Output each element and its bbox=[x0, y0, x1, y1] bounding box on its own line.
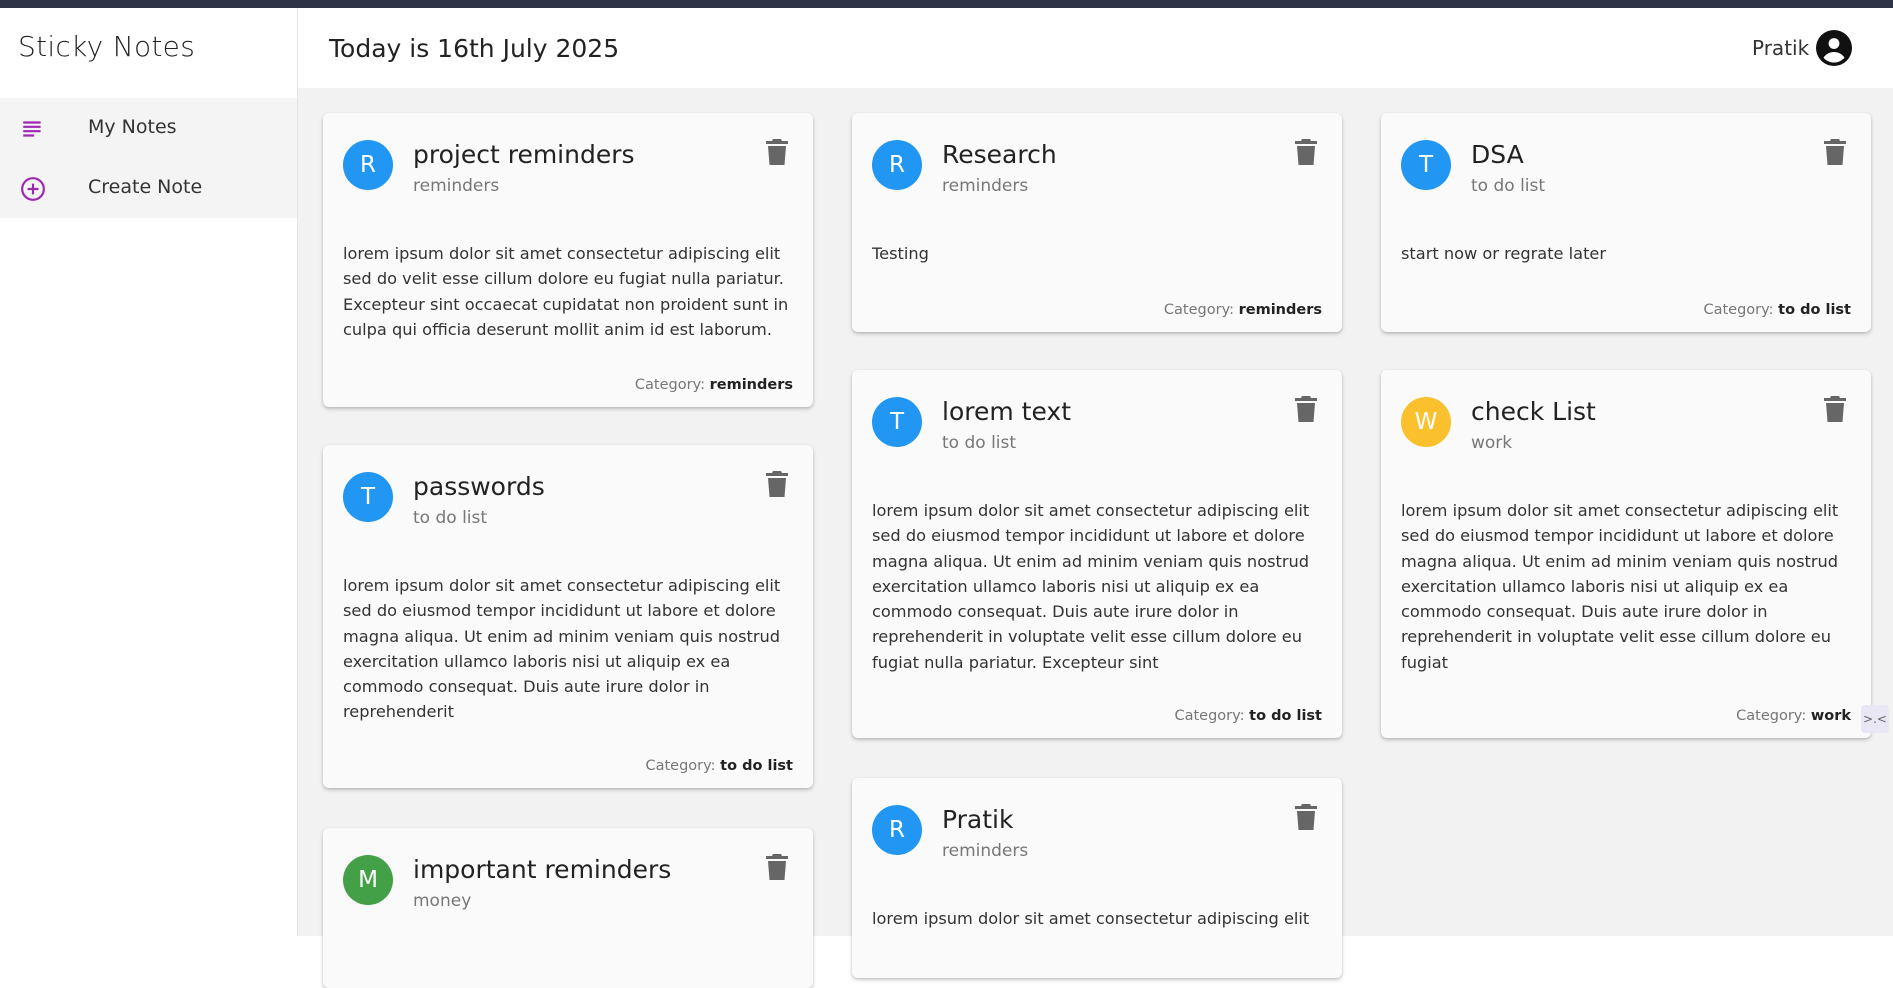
note-title: project reminders bbox=[413, 140, 635, 169]
delete-icon[interactable] bbox=[1824, 396, 1846, 422]
note-title: important reminders bbox=[413, 855, 672, 884]
delete-icon[interactable] bbox=[766, 471, 788, 497]
note-avatar: M bbox=[343, 855, 393, 905]
note-footer: Category: work bbox=[1736, 708, 1851, 724]
sidebar-item-label: My Notes bbox=[88, 116, 177, 138]
note-title: Research bbox=[942, 140, 1057, 169]
notes-grid: R project reminders reminders lorem ipsu… bbox=[298, 88, 1893, 988]
note-category: to do list bbox=[1471, 176, 1546, 196]
delete-icon[interactable] bbox=[766, 854, 788, 880]
note-title: lorem text bbox=[942, 397, 1071, 426]
note-footer: Category: reminders bbox=[1163, 302, 1322, 318]
note-card[interactable]: T DSA to do list start now or regrate la… bbox=[1381, 113, 1871, 332]
sidebar-item-my-notes[interactable]: My Notes bbox=[0, 98, 297, 158]
note-avatar: R bbox=[872, 805, 922, 855]
note-title: DSA bbox=[1471, 140, 1524, 169]
top-bar bbox=[0, 0, 1893, 8]
note-body: lorem ipsum dolor sit amet consectetur a… bbox=[1401, 501, 1839, 672]
note-category: to do list bbox=[942, 433, 1017, 453]
note-body: lorem ipsum dolor sit amet consectetur a… bbox=[343, 576, 781, 722]
add-circle-icon bbox=[20, 176, 46, 202]
page-title: Today is 16th July 2025 bbox=[329, 34, 620, 63]
delete-icon[interactable] bbox=[1295, 804, 1317, 830]
note-footer: Category: to do list bbox=[1174, 708, 1322, 724]
note-card[interactable]: R project reminders reminders lorem ipsu… bbox=[323, 113, 813, 407]
note-category: money bbox=[413, 891, 472, 911]
notes-lines-icon bbox=[20, 116, 46, 142]
note-category: work bbox=[1471, 433, 1513, 453]
note-category: reminders bbox=[413, 176, 500, 196]
note-card[interactable]: R Research reminders Testing Category: r… bbox=[852, 113, 1342, 332]
delete-icon[interactable] bbox=[766, 139, 788, 165]
sidebar-item-label: Create Note bbox=[88, 176, 203, 198]
note-avatar: T bbox=[872, 397, 922, 447]
note-avatar: R bbox=[872, 140, 922, 190]
delete-icon[interactable] bbox=[1295, 139, 1317, 165]
note-category: reminders bbox=[942, 176, 1029, 196]
note-avatar: T bbox=[1401, 140, 1451, 190]
app-title: Sticky Notes bbox=[18, 30, 196, 63]
account-circle-icon[interactable] bbox=[1816, 30, 1852, 66]
side-panel-handle[interactable]: >.< bbox=[1861, 705, 1889, 733]
note-title: passwords bbox=[413, 472, 545, 501]
note-avatar: T bbox=[343, 472, 393, 522]
note-body: lorem ipsum dolor sit amet consectetur a… bbox=[872, 501, 1310, 672]
note-footer: Category: reminders bbox=[634, 377, 793, 393]
note-title: check List bbox=[1471, 397, 1596, 426]
delete-icon[interactable] bbox=[1824, 139, 1846, 165]
note-avatar: R bbox=[343, 140, 393, 190]
note-body: Testing bbox=[872, 244, 929, 263]
note-card[interactable]: R Pratik reminders lorem ipsum dolor sit… bbox=[852, 778, 1342, 978]
note-footer: Category: to do list bbox=[645, 758, 793, 774]
note-footer: Category: to do list bbox=[1703, 302, 1851, 318]
note-body: lorem ipsum dolor sit amet consectetur a… bbox=[872, 909, 1310, 928]
sidebar-item-create-note[interactable]: Create Note bbox=[0, 158, 297, 218]
note-category: reminders bbox=[942, 841, 1029, 861]
note-card[interactable]: T lorem text to do list lorem ipsum dolo… bbox=[852, 370, 1342, 738]
note-category: to do list bbox=[413, 508, 488, 528]
user-name: Pratik bbox=[1752, 36, 1810, 60]
note-avatar: W bbox=[1401, 397, 1451, 447]
note-body: start now or regrate later bbox=[1401, 244, 1607, 263]
sidebar: Sticky Notes My Notes Create Note bbox=[0, 8, 298, 936]
note-card[interactable]: T passwords to do list lorem ipsum dolor… bbox=[323, 445, 813, 788]
note-title: Pratik bbox=[942, 805, 1014, 834]
note-body: lorem ipsum dolor sit amet consectetur a… bbox=[343, 244, 789, 339]
note-card[interactable]: W check List work lorem ipsum dolor sit … bbox=[1381, 370, 1871, 738]
delete-icon[interactable] bbox=[1295, 396, 1317, 422]
note-card[interactable]: M important reminders money bbox=[323, 828, 813, 988]
